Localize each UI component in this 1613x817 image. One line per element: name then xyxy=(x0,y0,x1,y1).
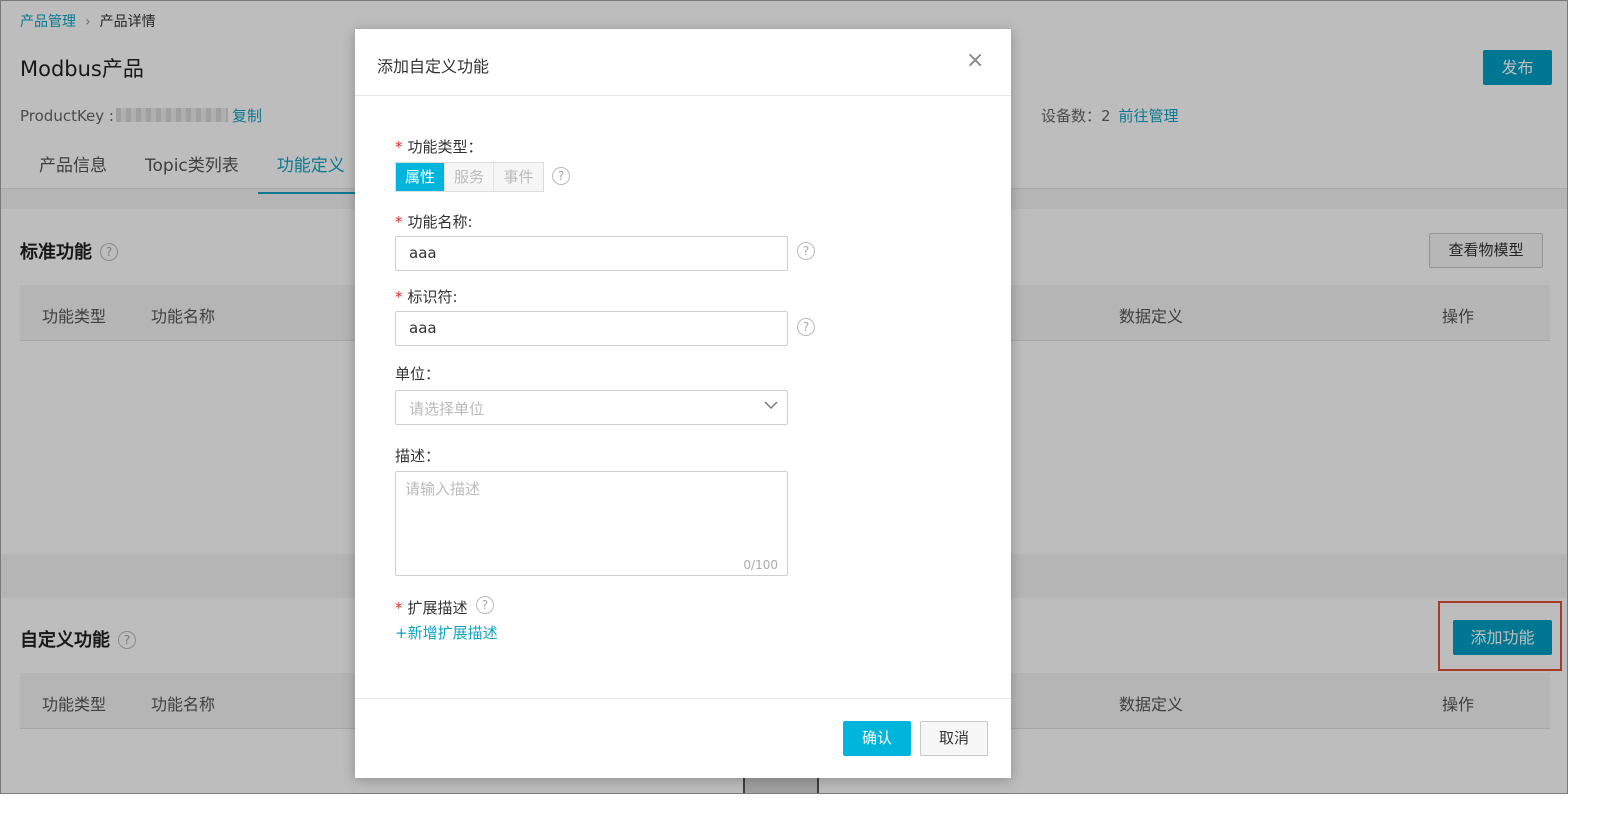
description-placeholder: 请输入描述 xyxy=(405,480,481,498)
dialog-footer: 确认 取消 xyxy=(355,698,1011,778)
identifier-input[interactable]: aaa xyxy=(395,311,788,346)
extended-description-label: * 扩展描述 xyxy=(395,597,468,618)
character-counter: 0/100 xyxy=(743,558,778,572)
cancel-button[interactable]: 取消 xyxy=(920,721,988,756)
page: 产品管理 › 产品详情 Modbus产品 发布 ProductKey : 复制 设备数… xyxy=(0,0,1613,817)
unit-label: 单位： xyxy=(395,365,441,383)
dialog-title: 添加自定义功能 xyxy=(377,57,490,76)
required-mark: * xyxy=(395,213,403,231)
help-icon[interactable]: ? xyxy=(797,318,815,336)
required-mark: * xyxy=(395,599,403,617)
confirm-button[interactable]: 确认 xyxy=(843,721,911,756)
help-icon[interactable]: ? xyxy=(552,167,570,185)
function-type-label: * 功能类型： xyxy=(395,136,483,157)
identifier-label-text: 标识符: xyxy=(407,288,458,306)
function-type-label-text: 功能类型： xyxy=(407,138,483,156)
app-window: 产品管理 › 产品详情 Modbus产品 发布 ProductKey : 复制 设备数… xyxy=(0,0,1568,794)
required-mark: * xyxy=(395,288,403,306)
function-name-label-text: 功能名称: xyxy=(407,213,473,231)
dialog-header: 添加自定义功能 × xyxy=(355,29,1011,96)
required-mark: * xyxy=(395,138,403,156)
extended-description-label-text: 扩展描述 xyxy=(407,599,468,617)
type-option-property[interactable]: 属性 xyxy=(396,163,445,191)
function-name-label: * 功能名称: xyxy=(395,211,473,232)
close-icon[interactable]: × xyxy=(966,49,984,73)
help-icon[interactable]: ? xyxy=(476,596,494,614)
identifier-label: * 标识符: xyxy=(395,286,458,307)
chevron-down-icon xyxy=(763,397,779,417)
description-textarea[interactable]: 请输入描述 0/100 xyxy=(395,471,788,576)
function-type-selector: 属性 服务 事件 xyxy=(395,162,544,192)
type-option-service[interactable]: 服务 xyxy=(445,163,494,191)
type-option-event[interactable]: 事件 xyxy=(494,163,543,191)
unit-select-placeholder: 请选择单位 xyxy=(409,400,485,418)
unit-select[interactable]: 请选择单位 xyxy=(395,390,788,425)
description-label: 描述： xyxy=(395,447,441,465)
help-icon[interactable]: ? xyxy=(797,242,815,260)
add-extended-description-link[interactable]: +新增扩展描述 xyxy=(395,622,498,643)
add-custom-function-dialog: 添加自定义功能 × * 功能类型： 属性 服务 事件 ? * 功能名称: aaa ?… xyxy=(355,29,1011,778)
function-name-input[interactable]: aaa xyxy=(395,236,788,271)
